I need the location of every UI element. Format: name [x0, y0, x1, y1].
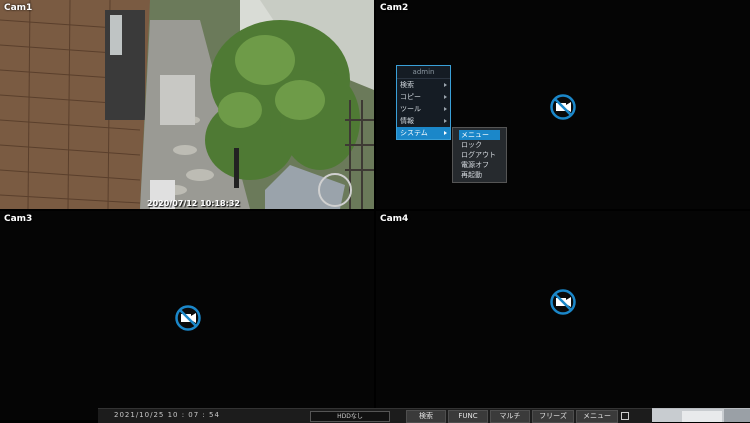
cam2-label: Cam2 [380, 3, 409, 13]
cam1-timestamp: 2020/07/12 10:18:32 [147, 199, 240, 208]
chevron-right-icon [444, 107, 447, 111]
status-bar: 2021/10/25 10 : 07 : 54 HDDなし 検索 FUNC マル… [98, 408, 652, 423]
camera-feed-image [0, 0, 374, 209]
chevron-right-icon [444, 131, 447, 135]
search-button[interactable]: 検索 [406, 410, 446, 423]
menu-item-label: ツール [400, 105, 421, 113]
system-datetime: 2021/10/25 10 : 07 : 54 [114, 411, 220, 419]
submenu-item-restart[interactable]: 再起動 [453, 170, 506, 180]
stop-icon[interactable] [621, 412, 629, 420]
menu-item-search[interactable]: 検索 [397, 79, 450, 91]
cam4-label: Cam4 [380, 214, 409, 224]
func-button[interactable]: FUNC [448, 410, 488, 423]
menu-user-title: admin [397, 66, 450, 79]
camera-view-cam1[interactable]: Cam1 2020/07/12 10:18:32 [0, 0, 374, 209]
menu-item-label: システム [400, 129, 428, 137]
chevron-right-icon [444, 95, 447, 99]
chevron-right-icon [444, 119, 447, 123]
cam3-label: Cam3 [4, 214, 33, 224]
submenu-item-lock[interactable]: ロック [453, 140, 506, 150]
menu-item-label: コピー [400, 93, 421, 101]
menu-item-tools[interactable]: ツール [397, 103, 450, 115]
camera-view-cam3[interactable]: Cam3 [0, 211, 374, 420]
context-menu: admin 検索 コピー ツール 情報 システム [396, 65, 451, 140]
multi-button[interactable]: マルチ [490, 410, 530, 423]
camera-off-icon [550, 289, 576, 315]
menu-item-label: 検索 [400, 81, 414, 89]
camera-off-icon [550, 94, 576, 120]
camera-off-icon [175, 305, 201, 331]
submenu-item-menu[interactable]: メニュー [459, 130, 500, 140]
thumbnail-image [652, 409, 750, 422]
freeze-button[interactable]: フリーズ [532, 410, 574, 423]
camera-view-cam4[interactable]: Cam4 [376, 211, 750, 420]
chevron-right-icon [444, 83, 447, 87]
menu-item-label: 情報 [400, 117, 414, 125]
system-submenu: メニュー ロック ログアウト 電源オフ 再起動 [452, 127, 507, 183]
menu-item-copy[interactable]: コピー [397, 91, 450, 103]
submenu-item-logout[interactable]: ログアウト [453, 150, 506, 160]
hdd-status: HDDなし [310, 411, 390, 422]
menu-item-info[interactable]: 情報 [397, 115, 450, 127]
submenu-item-power-off[interactable]: 電源オフ [453, 160, 506, 170]
preview-thumbnail[interactable] [652, 408, 750, 422]
menu-item-system[interactable]: システム [397, 127, 450, 139]
menu-button[interactable]: メニュー [576, 410, 618, 423]
cam1-label: Cam1 [4, 3, 33, 13]
